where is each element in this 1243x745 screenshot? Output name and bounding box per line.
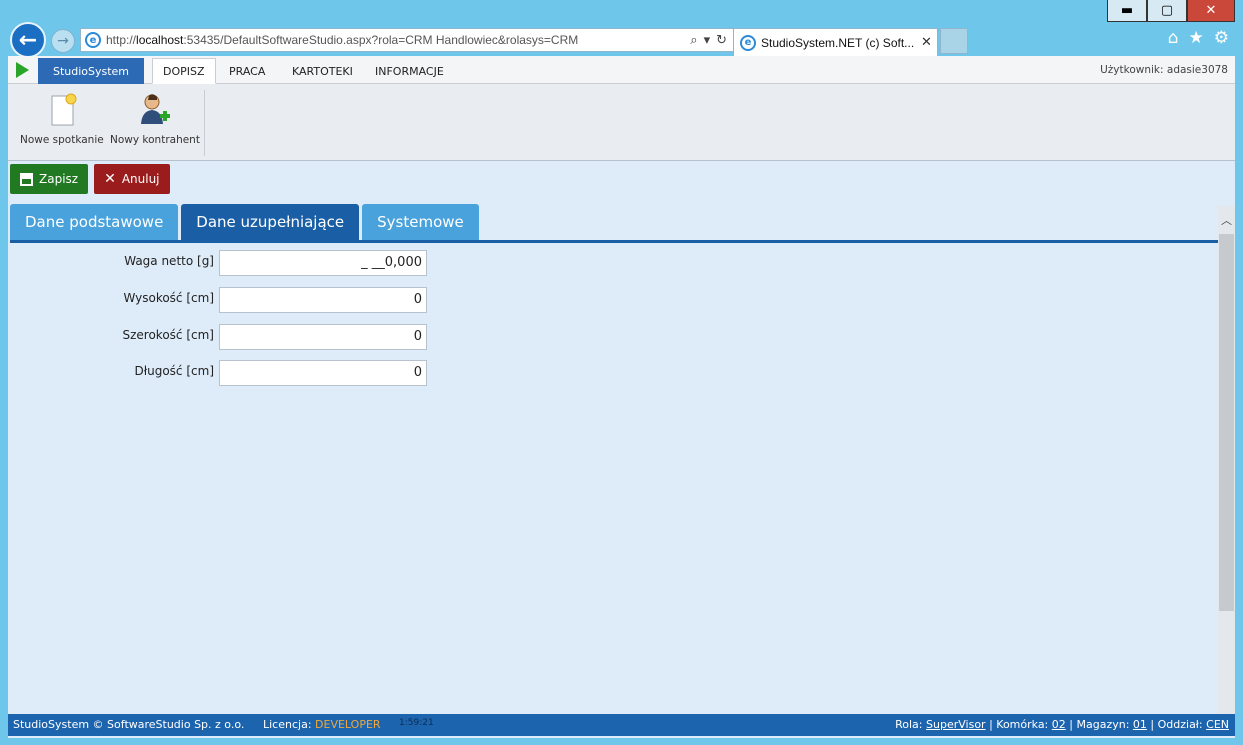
minimize-button[interactable]: ▬ <box>1107 0 1147 22</box>
height-field[interactable]: 0 <box>219 287 427 313</box>
vertical-scrollbar[interactable]: ︿ <box>1218 206 1235 714</box>
tab-informacje[interactable]: INFORMACJE <box>365 58 454 84</box>
license-value: DEVELOPER <box>315 718 381 731</box>
favorites-star-icon[interactable]: ★ <box>1189 28 1204 48</box>
tab-title: StudioSystem.NET (c) Soft... <box>761 35 915 50</box>
save-label: Zapisz <box>39 172 79 186</box>
new-meeting-label: Nowe spotkanie <box>20 134 104 146</box>
close-icon: ✕ <box>104 171 116 187</box>
scroll-thumb[interactable] <box>1219 234 1234 611</box>
tab-dopisz[interactable]: DOPISZ <box>152 58 216 84</box>
field-label: Wysokość [cm] <box>123 291 214 305</box>
ribbon: Nowe spotkanie Nowy kontrahent <box>8 84 1235 161</box>
field-label: Szerokość [cm] <box>122 328 215 342</box>
net-weight-field[interactable]: _ __0,000 <box>219 250 427 276</box>
brand-tab[interactable]: StudioSystem <box>38 58 144 84</box>
play-icon[interactable] <box>16 62 29 78</box>
branch-link[interactable]: CEN <box>1206 718 1229 731</box>
field-label: Waga netto [g] <box>124 254 214 268</box>
close-tab-icon[interactable]: ✕ <box>921 35 937 50</box>
form-row: Wysokość [cm] 0 <box>8 287 438 313</box>
tab-dane-uzupelniajace[interactable]: Dane uzupełniające <box>181 204 360 240</box>
browser-tab[interactable]: e StudioSystem.NET (c) Soft... ✕ <box>733 28 938 56</box>
ie-icon: e <box>85 32 101 48</box>
window-controls: ▬ ▢ ✕ <box>1107 0 1235 22</box>
search-icon[interactable]: ⌕ <box>690 33 697 48</box>
tab-kartoteki[interactable]: KARTOTEKI <box>282 58 363 84</box>
new-meeting-button[interactable]: Nowe spotkanie <box>20 92 104 146</box>
width-field[interactable]: 0 <box>219 324 427 350</box>
status-bar: StudioSystem © SoftwareStudio Sp. z o.o.… <box>8 714 1235 736</box>
length-field[interactable]: 0 <box>219 360 427 386</box>
close-window-button[interactable]: ✕ <box>1187 0 1235 22</box>
ie-icon: e <box>740 34 756 51</box>
save-disk-icon <box>20 172 33 186</box>
back-arrow-icon[interactable]: ← <box>10 22 46 58</box>
url-text[interactable]: http://localhost:53435/DefaultSoftwareSt… <box>106 33 690 47</box>
role-link[interactable]: SuperVisor <box>926 718 986 731</box>
copyright-text: StudioSystem © SoftwareStudio Sp. z o.o. <box>13 718 245 731</box>
new-contractor-label: Nowy kontrahent <box>110 134 200 146</box>
tab-underline <box>10 240 1218 243</box>
scroll-up-icon[interactable]: ︿ <box>1218 206 1235 234</box>
form-row: Długość [cm] 0 <box>8 360 438 386</box>
save-button[interactable]: Zapisz <box>10 164 89 194</box>
cancel-label: Anuluj <box>121 172 160 186</box>
form-tabs: Dane podstawowe Dane uzupełniające Syste… <box>10 204 479 240</box>
menu-bar: StudioSystem DOPISZ PRACA KARTOTEKI INFO… <box>8 56 1235 84</box>
time-text: 1:59:21 <box>399 718 434 728</box>
form-row: Szerokość [cm] 0 <box>8 324 438 350</box>
license-info: Licencja: DEVELOPER <box>263 718 381 731</box>
user-label: Użytkownik: adasie3078 <box>1100 64 1228 76</box>
form-row: Waga netto [g] _ __0,000 <box>8 250 438 276</box>
tab-systemowe[interactable]: Systemowe <box>362 204 479 240</box>
ribbon-separator <box>204 90 205 156</box>
app-area: StudioSystem DOPISZ PRACA KARTOTEKI INFO… <box>8 56 1235 738</box>
chevron-down-icon[interactable]: ▾ <box>704 33 711 48</box>
tab-praca[interactable]: PRACA <box>219 58 275 84</box>
home-icon[interactable]: ⌂ <box>1168 28 1179 48</box>
cancel-button[interactable]: ✕ Anuluj <box>94 164 170 194</box>
address-bar[interactable]: e http://localhost:53435/DefaultSoftware… <box>80 28 736 52</box>
action-bar: Zapisz ✕ Anuluj <box>10 164 170 194</box>
context-info: Rola: SuperVisor | Komórka: 02 | Magazyn… <box>895 718 1229 731</box>
warehouse-link[interactable]: 01 <box>1133 718 1147 731</box>
gear-icon[interactable]: ⚙ <box>1214 28 1229 48</box>
new-tab-button[interactable] <box>940 28 968 54</box>
forward-arrow-icon[interactable]: → <box>51 29 75 53</box>
cell-link[interactable]: 02 <box>1052 718 1066 731</box>
add-user-icon <box>140 94 170 124</box>
browser-window: ▬ ▢ ✕ ← → e http://localhost:53435/Defau… <box>0 0 1243 745</box>
browser-nav: ← → e http://localhost:53435/DefaultSoft… <box>8 22 1235 58</box>
maximize-button[interactable]: ▢ <box>1147 0 1187 22</box>
refresh-icon[interactable]: ↻ <box>716 33 727 48</box>
new-document-icon <box>51 93 77 126</box>
tab-dane-podstawowe[interactable]: Dane podstawowe <box>10 204 179 240</box>
new-contractor-button[interactable]: Nowy kontrahent <box>110 92 200 146</box>
field-label: Długość [cm] <box>134 364 214 378</box>
